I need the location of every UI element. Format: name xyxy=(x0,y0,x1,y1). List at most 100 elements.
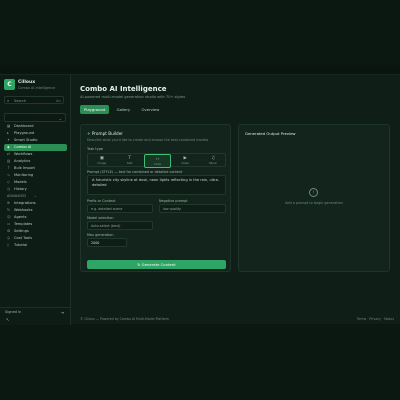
type-label: Text xyxy=(126,161,133,165)
tab-gallery[interactable]: Gallery xyxy=(113,105,135,114)
sidebar-item-templates[interactable]: ▭ Templates xyxy=(4,221,67,228)
prompt-textarea[interactable]: A futuristic city skyline at dusk, neon … xyxy=(87,175,226,195)
negative-prompt-placeholder: low quality xyxy=(163,207,181,211)
coin-icon: ◎ xyxy=(7,236,11,240)
gear-icon: ⚙ xyxy=(7,229,11,233)
type-label: Music xyxy=(209,161,218,165)
chart-icon: ▤ xyxy=(7,159,11,163)
sidebar-item-workflows[interactable]: ⇄ Workflows xyxy=(4,151,67,158)
sidebar-item-cost-tools[interactable]: ◎ Cost Tools xyxy=(4,235,67,242)
sidebar-footer: Signed in ⇥ ↖ xyxy=(0,307,70,325)
sidebar-item-label: Combo AI xyxy=(14,145,32,149)
hook-icon: ↻ xyxy=(7,208,11,212)
model-placeholder: Auto-select (best) xyxy=(91,224,121,228)
cube-icon: ◇ xyxy=(7,180,10,184)
tab-bar: Playground Gallery Overview xyxy=(80,105,165,114)
backdrop-top xyxy=(0,0,400,65)
sidebar-nav: ▦ Dashboard ▸ Playground ✦ Smart Studio ◈ Co… xyxy=(4,123,67,249)
footer-links[interactable]: Terms · Privacy · Status xyxy=(357,317,394,321)
sidebar-item-label: Dashboard xyxy=(14,124,34,128)
play-icon: ▸ xyxy=(7,131,9,135)
type-image-button[interactable]: ▣ Image xyxy=(88,154,116,168)
sidebar-item-label: Smart Studio xyxy=(14,138,38,142)
sidebar-group-label: ADVANCED xyxy=(7,194,26,198)
bot-icon: ☺ xyxy=(7,215,11,219)
sidebar-item-label: Integrations xyxy=(14,201,36,205)
sidebar-search-input[interactable]: ⌕ Search ⌘K xyxy=(4,96,64,104)
app-window: C Cilloux Combo AI Intelligence ⌕ Search… xyxy=(0,74,400,325)
page-subtitle: AI-powered multi-model generation studio… xyxy=(80,95,186,99)
model-select[interactable]: Auto-select (best) xyxy=(87,221,153,230)
output-empty-text: Add a prompt to begin generation xyxy=(285,201,343,205)
sidebar-group-advanced[interactable]: ADVANCED ⌄ xyxy=(4,193,67,200)
sidebar-item-tutorial[interactable]: ▯ Tutorial xyxy=(4,242,67,249)
main-content: Combo AI Intelligence AI-powered multi-m… xyxy=(72,75,400,325)
sidebar-item-label: Playground xyxy=(14,131,35,135)
negative-prompt-input[interactable]: low quality xyxy=(159,204,226,213)
sidebar-item-label: Webhooks xyxy=(14,208,33,212)
pulse-icon: ∿ xyxy=(7,173,11,177)
brand[interactable]: C Cilloux Combo AI Intelligence xyxy=(4,79,66,91)
sidebar: C Cilloux Combo AI Intelligence ⌕ Search… xyxy=(0,75,71,325)
sidebar-item-playground[interactable]: ▸ Playground xyxy=(4,130,67,137)
negative-prompt-label: Negative prompt xyxy=(159,199,188,203)
sidebar-item-models[interactable]: ◇ Models xyxy=(4,179,67,186)
sidebar-item-history[interactable]: ◷ History xyxy=(4,186,67,193)
tab-playground[interactable]: Playground xyxy=(80,105,110,114)
sidebar-item-bulk-import[interactable]: ⇡ Bulk Import xyxy=(4,165,67,172)
tab-overview[interactable]: Overview xyxy=(137,105,163,114)
page-title: Combo AI Intelligence xyxy=(80,85,167,93)
prefix-placeholder: e.g. detailed scene xyxy=(91,207,123,211)
sidebar-item-integrations[interactable]: ⊕ Integrations xyxy=(4,200,67,207)
doc-icon: ▭ xyxy=(7,222,11,226)
panel-title: ✧ Prompt Builder xyxy=(87,131,123,136)
clock-icon: ◷ xyxy=(7,187,11,191)
generate-button-label: Generate Content xyxy=(141,262,176,267)
workspace-select[interactable]: ⌄ xyxy=(4,113,66,122)
sidebar-item-label: Monitoring xyxy=(14,173,34,177)
grid-icon: ▦ xyxy=(7,124,11,128)
brand-subtitle: Combo AI Intelligence xyxy=(18,85,56,90)
combo-icon: ◈ xyxy=(7,145,10,149)
type-label: Video xyxy=(181,161,190,165)
brand-name: Cilloux xyxy=(18,80,36,85)
cursor-icon: ↖ xyxy=(6,317,10,322)
output-title: Generated Output Preview xyxy=(245,131,296,136)
generate-button[interactable]: ↻ Generate Content xyxy=(87,260,226,269)
sidebar-footer-label: Signed in xyxy=(5,310,22,314)
sidebar-item-label: Analytics xyxy=(14,159,31,163)
brand-logo: C xyxy=(4,79,15,90)
prompt-label: Prompt (STYLE) — text for combined or de… xyxy=(87,170,183,174)
task-type-label: Task type xyxy=(87,147,103,151)
sidebar-item-dashboard[interactable]: ▦ Dashboard xyxy=(4,123,67,130)
sidebar-item-label: Cost Tools xyxy=(14,236,32,240)
search-shortcut: ⌘K xyxy=(56,98,61,103)
info-icon: ! xyxy=(309,188,318,197)
type-code-button[interactable]: ‹› Code xyxy=(143,154,172,168)
sidebar-item-agents[interactable]: ☺ Agents xyxy=(4,214,67,221)
type-text-button[interactable]: T Text xyxy=(116,154,144,168)
max-generation-input[interactable]: 2000 xyxy=(87,238,127,247)
sidebar-item-label: Settings xyxy=(14,229,29,233)
model-label: Model selection xyxy=(87,216,114,220)
sidebar-item-monitoring[interactable]: ∿ Monitoring xyxy=(4,172,67,179)
panel-title-text: Prompt Builder xyxy=(91,131,124,136)
type-music-button[interactable]: ♫ Music xyxy=(199,154,227,168)
task-type-selector: ▣ Image T Text ‹› Code ▶ Video ♫ Music xyxy=(87,153,227,168)
type-label: Image xyxy=(97,161,107,165)
spark-icon: ✦ xyxy=(7,138,11,142)
sidebar-item-settings[interactable]: ⚙ Settings xyxy=(4,228,67,235)
type-video-button[interactable]: ▶ Video xyxy=(171,154,199,168)
sidebar-item-analytics[interactable]: ▤ Analytics xyxy=(4,158,67,165)
logout-icon[interactable]: ⇥ xyxy=(61,310,64,315)
panel-description: Describe what you'd like to create and c… xyxy=(87,138,209,142)
sidebar-item-webhooks[interactable]: ↻ Webhooks xyxy=(4,207,67,214)
prefix-input[interactable]: e.g. detailed scene xyxy=(87,204,153,213)
sidebar-item-combo-ai[interactable]: ◈ Combo AI xyxy=(4,144,67,151)
sidebar-item-label: History xyxy=(14,187,27,191)
backdrop-bottom xyxy=(0,323,400,400)
search-icon: ⌕ xyxy=(7,98,10,103)
sidebar-item-label: Bulk Import xyxy=(14,166,35,170)
prefix-label: Prefix or Context xyxy=(87,199,116,203)
sidebar-item-smart-studio[interactable]: ✦ Smart Studio xyxy=(4,137,67,144)
